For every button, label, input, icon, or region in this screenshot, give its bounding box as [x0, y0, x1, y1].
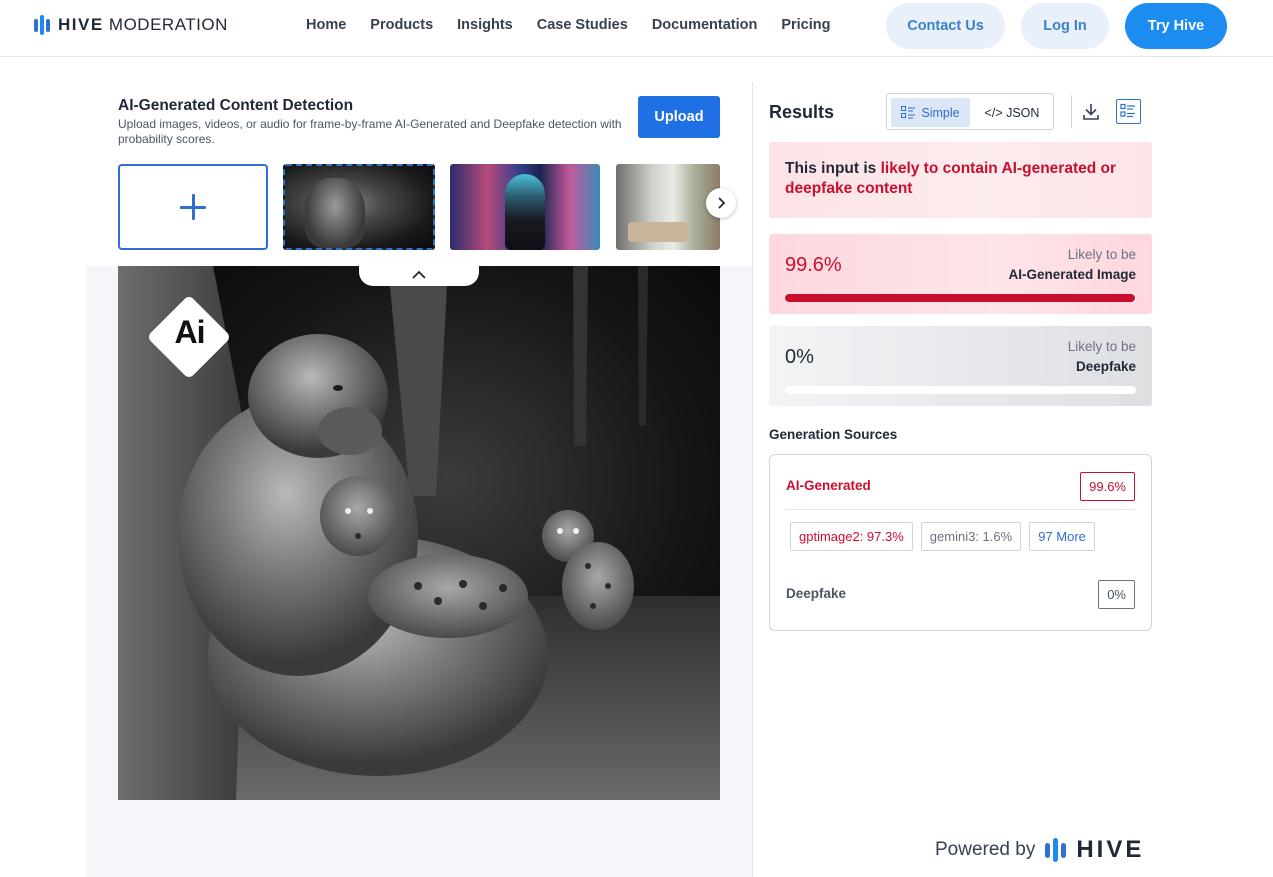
- nav-insights[interactable]: Insights: [457, 17, 513, 33]
- thumbnail-image: [505, 174, 545, 250]
- nav-documentation[interactable]: Documentation: [652, 17, 758, 33]
- gen-divider: [786, 509, 1135, 510]
- plus-icon: [180, 194, 206, 220]
- view-simple-tab[interactable]: Simple: [891, 98, 970, 127]
- nav-home[interactable]: Home: [306, 17, 346, 33]
- deepfake-score-card: 0% Likely to be Deepfake: [769, 326, 1152, 406]
- thumbnail-image: [628, 222, 688, 242]
- thumbnail-3[interactable]: [616, 164, 720, 250]
- result-alert-text: This input is likely to contain AI-gener…: [785, 160, 1117, 197]
- ai-generated-likely-label: Likely to be: [1067, 247, 1136, 262]
- chevron-up-icon: [412, 270, 426, 279]
- detector-description: Upload images, videos, or audio for fram…: [118, 117, 622, 146]
- gen-deepfake-value-badge: 0%: [1098, 580, 1135, 609]
- powered-by-hive: Powered by HIVE: [935, 836, 1144, 864]
- nav-products[interactable]: Products: [370, 17, 433, 33]
- thumbnail-image: [305, 178, 365, 248]
- generation-sources-box: AI-Generated 99.6% gptimage2: 97.3% gemi…: [769, 454, 1152, 631]
- collapse-thumbnails-button[interactable]: [359, 262, 479, 286]
- source-chip-more[interactable]: 97 More: [1029, 522, 1095, 551]
- ai-generated-score-value: 99.6%: [785, 254, 842, 276]
- source-chip-gptimage2[interactable]: gptimage2: 97.3%: [790, 522, 913, 551]
- ai-generated-progress-bar: [785, 294, 1136, 302]
- deepfake-category: Deepfake: [1075, 359, 1136, 374]
- detector-title: AI-Generated Content Detection: [118, 97, 354, 114]
- try-hive-button[interactable]: Try Hive: [1125, 3, 1227, 49]
- nav-pricing[interactable]: Pricing: [781, 17, 830, 33]
- generation-sources-title: Generation Sources: [769, 427, 898, 442]
- logo-bars-icon: [34, 15, 50, 35]
- nav-links: Home Products Insights Case Studies Docu…: [306, 17, 831, 33]
- ai-badge-text: Ai: [174, 314, 206, 350]
- view-toggle: Simple </> JSON: [886, 93, 1054, 130]
- preview-image: Ai: [118, 266, 720, 800]
- deepfake-likely-label: Likely to be: [1067, 339, 1136, 354]
- nav-case-studies[interactable]: Case Studies: [537, 17, 628, 33]
- details-view-icon[interactable]: [1116, 99, 1141, 124]
- thumbnail-selected[interactable]: [283, 164, 435, 250]
- ai-generated-score-card: 99.6% Likely to be AI-Generated Image: [769, 234, 1152, 314]
- view-simple-label: Simple: [921, 105, 960, 120]
- results-title: Results: [769, 102, 835, 122]
- chevron-right-icon: [718, 197, 726, 209]
- deepfake-score-value: 0%: [785, 346, 814, 368]
- add-media-thumbnail[interactable]: [118, 164, 268, 250]
- toolbar-separator: [1071, 95, 1072, 128]
- gen-deepfake-label: Deepfake: [786, 586, 847, 601]
- gen-ai-value-badge: 99.6%: [1080, 472, 1135, 501]
- contact-us-button[interactable]: Contact Us: [886, 3, 1005, 49]
- hive-bars-icon: [1045, 838, 1067, 862]
- view-json-label: </> JSON: [984, 105, 1040, 120]
- panel-divider: [752, 82, 753, 877]
- thumbnails-next-button[interactable]: [706, 188, 736, 218]
- logo-text: HIVE MODERATION: [58, 15, 228, 34]
- powered-by-text: Powered by: [935, 839, 1036, 860]
- result-alert: This input is likely to contain AI-gener…: [769, 142, 1152, 218]
- powered-by-brand: HIVE: [1076, 836, 1145, 863]
- thumbnail-2[interactable]: [450, 164, 600, 250]
- ai-generated-category: AI-Generated Image: [1008, 267, 1136, 282]
- deepfake-progress-bar: [785, 386, 1136, 394]
- gen-ai-label: AI-Generated: [786, 478, 871, 493]
- source-chips: gptimage2: 97.3% gemini3: 1.6% 97 More: [790, 522, 1095, 551]
- top-nav: HIVE MODERATION Home Products Insights C…: [0, 0, 1273, 57]
- log-in-button[interactable]: Log In: [1021, 3, 1109, 49]
- list-view-icon: [901, 106, 916, 119]
- hive-logo[interactable]: HIVE MODERATION: [34, 15, 228, 35]
- source-chip-gemini3[interactable]: gemini3: 1.6%: [920, 522, 1022, 551]
- ai-generated-progress-fill: [785, 294, 1135, 302]
- upload-button[interactable]: Upload: [638, 96, 720, 138]
- download-icon[interactable]: [1081, 101, 1101, 123]
- view-json-tab[interactable]: </> JSON: [973, 98, 1051, 127]
